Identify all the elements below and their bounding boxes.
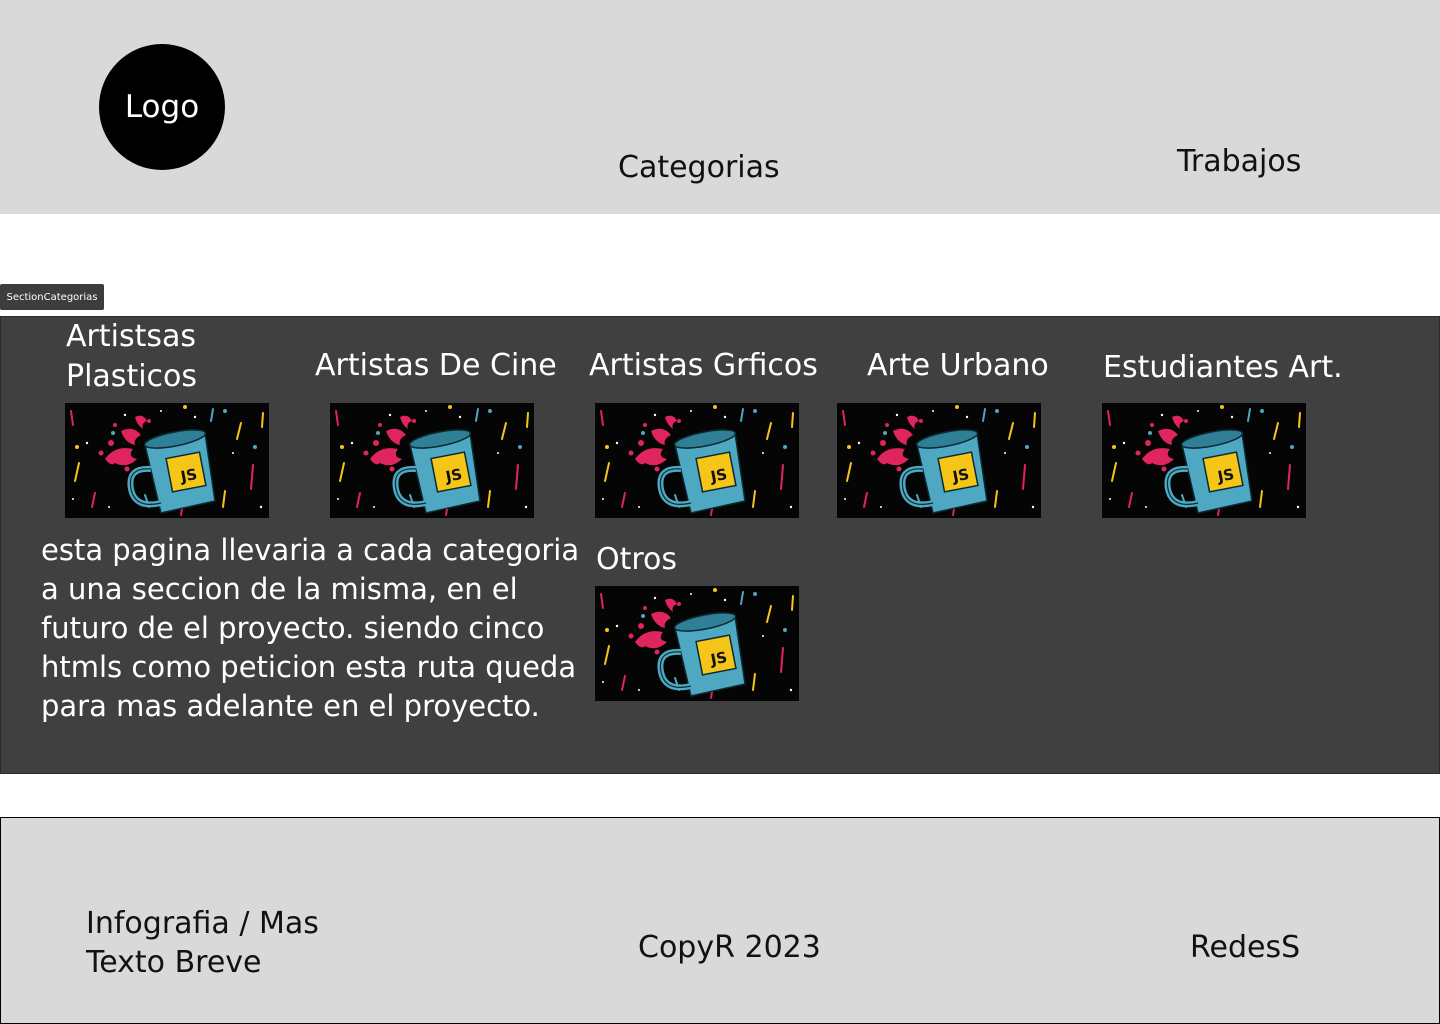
category-title-artistas-de-cine[interactable]: Artistas De Cine [315,346,557,386]
category-image-artistas-graficos[interactable] [595,403,799,518]
category-title-otros[interactable]: Otros [596,540,677,580]
category-title-line-1: Artistsas [66,319,196,354]
js-coffee-mug-icon [1102,403,1306,518]
footer-copyright: CopyR 2023 [638,930,821,965]
category-image-estudiantes-art[interactable] [1102,403,1306,518]
js-coffee-mug-icon [330,403,534,518]
category-image-artistas-de-cine[interactable] [330,403,534,518]
category-title-arte-urbano[interactable]: Arte Urbano [867,346,1049,386]
category-image-arte-urbano[interactable] [837,403,1041,518]
logo-label: Logo [124,89,200,125]
section-tag: SectionCategorias [0,284,104,310]
category-title-estudiantes-art[interactable]: Estudiantes Art. [1103,348,1343,388]
nav-link-trabajos[interactable]: Trabajos [1177,144,1301,179]
header: Logo Categorias Trabajos [0,0,1440,214]
section-categorias: Artistsas Plasticos Artistas De Cine Art… [0,316,1440,774]
footer-info-line-2: Texto Breve [86,945,262,980]
footer: Infografia / Mas Texto Breve CopyR 2023 … [0,817,1440,1024]
js-coffee-mug-icon [837,403,1041,518]
category-title-line-2: Plasticos [66,359,198,394]
footer-info: Infografia / Mas Texto Breve [86,904,319,982]
category-title-artistas-plasticos[interactable]: Artistsas Plasticos [66,317,197,397]
category-image-artistas-plasticos[interactable] [65,403,269,518]
js-coffee-mug-icon [595,586,799,701]
js-coffee-mug-icon [65,403,269,518]
section-description: esta pagina llevaria a cada categoria a … [41,533,580,723]
category-image-otros[interactable] [595,586,799,701]
logo[interactable]: Logo [99,44,225,170]
footer-social-link[interactable]: RedesS [1190,928,1300,967]
nav-link-categorias[interactable]: Categorias [618,150,780,185]
category-title-artistas-graficos[interactable]: Artistas Grficos [589,346,818,386]
js-coffee-mug-icon [595,403,799,518]
footer-info-line-1: Infografia / Mas [86,906,319,941]
